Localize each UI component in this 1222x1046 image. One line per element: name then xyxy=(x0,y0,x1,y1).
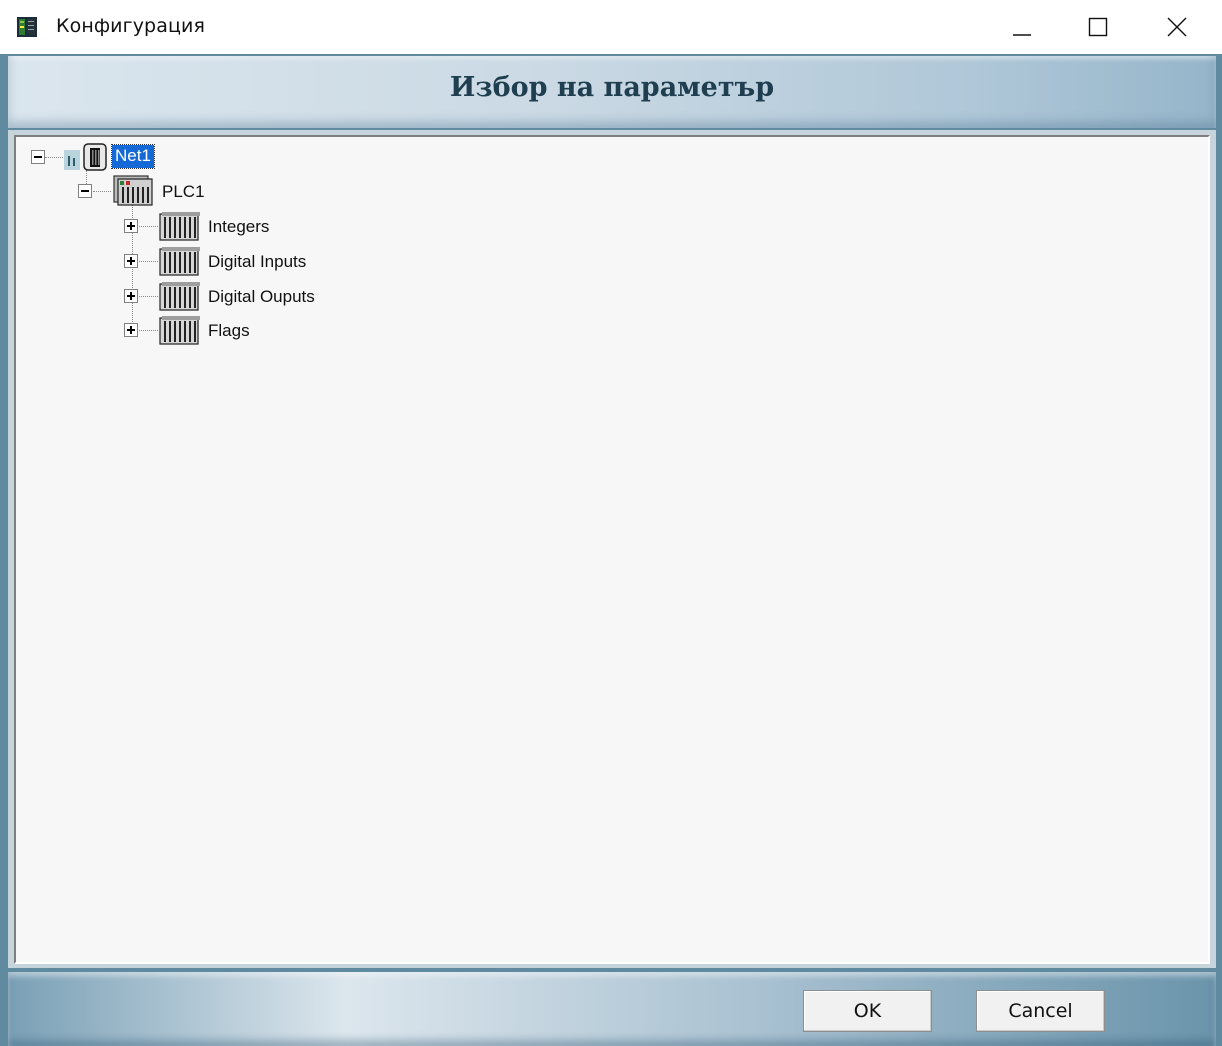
window-title: Конфигурация xyxy=(56,15,205,37)
collapse-toggle-plc1[interactable] xyxy=(78,184,92,198)
tree-connector xyxy=(93,191,111,193)
plc-icon xyxy=(113,175,153,206)
minimize-button[interactable] xyxy=(988,0,1058,54)
module-icon xyxy=(159,247,200,276)
module-icon xyxy=(159,212,200,241)
expand-toggle-integers[interactable] xyxy=(124,219,138,233)
minimize-icon xyxy=(1013,34,1031,36)
tree-connector xyxy=(86,170,88,184)
expand-toggle-flags[interactable] xyxy=(124,323,138,337)
app-icon xyxy=(17,17,37,37)
collapse-toggle-net1[interactable] xyxy=(31,150,45,164)
module-icon xyxy=(159,282,200,311)
minus-icon xyxy=(81,190,89,192)
tree-connector xyxy=(139,296,158,298)
expand-toggle-digital-outputs[interactable] xyxy=(124,289,138,303)
tree-node-integers[interactable]: Integers xyxy=(208,217,269,237)
window-titlebar: Конфигурация xyxy=(0,0,1222,54)
tree-connector xyxy=(45,157,65,159)
tree-node-digital-inputs[interactable]: Digital Inputs xyxy=(208,252,306,272)
tree-connector xyxy=(139,226,158,228)
cancel-button[interactable]: Cancel xyxy=(976,990,1105,1032)
tree-connector xyxy=(139,261,158,263)
ok-button[interactable]: OK xyxy=(803,990,932,1032)
close-button[interactable] xyxy=(1143,0,1213,54)
maximize-icon xyxy=(1088,17,1108,37)
tree-node-digital-outputs[interactable]: Digital Ouputs xyxy=(208,287,315,307)
close-icon xyxy=(1167,17,1187,37)
minus-icon xyxy=(34,156,42,158)
expand-toggle-digital-inputs[interactable] xyxy=(124,254,138,268)
tree-connector xyxy=(139,330,158,332)
network-icon xyxy=(64,143,107,171)
tree-node-plc1[interactable]: PLC1 xyxy=(162,182,205,202)
tree-node-net1[interactable]: Net1 xyxy=(111,144,155,169)
page-title: Избор на параметър xyxy=(449,72,775,103)
maximize-button[interactable] xyxy=(1064,0,1134,54)
module-icon xyxy=(159,316,200,345)
tree-node-flags[interactable]: Flags xyxy=(208,321,250,341)
header-panel: Избор на параметър xyxy=(8,56,1216,128)
